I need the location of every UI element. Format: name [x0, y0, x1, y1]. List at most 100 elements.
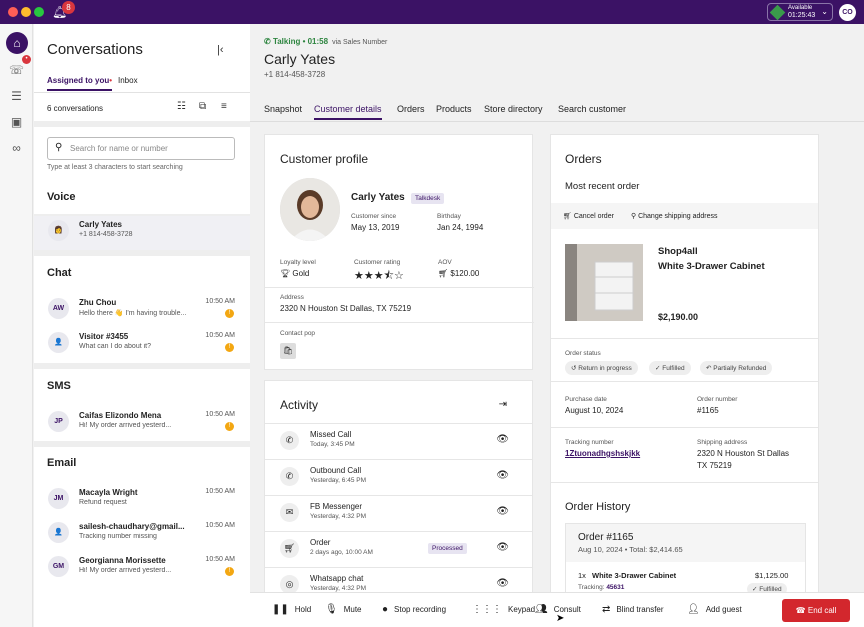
change-address-button[interactable]: ⚲ Change shipping address: [631, 212, 717, 220]
voicemail-icon[interactable]: ∞: [8, 140, 25, 157]
user-avatar[interactable]: CO: [839, 4, 856, 21]
window-maximize-button[interactable]: [34, 7, 44, 17]
list-item[interactable]: GM Georgianna Morissette Hi! My order ar…: [34, 552, 250, 586]
status-selector[interactable]: Available 01:25:43 ⌄: [767, 3, 833, 21]
hold-button[interactable]: ❚❚ Hold: [272, 604, 311, 615]
pause-icon: ❚❚: [272, 604, 289, 615]
add-guest-button[interactable]: 👤︎ Add guest: [687, 604, 742, 615]
rating-stars: ★★★⯪☆: [354, 270, 404, 282]
list-item[interactable]: JM Macayla Wright Refund request 10:50 A…: [34, 484, 250, 518]
mute-button[interactable]: 🎙︎ Mute: [325, 604, 362, 615]
contact-name: Carly Yates: [264, 51, 336, 67]
tab-products[interactable]: Products: [436, 104, 472, 114]
activity-row[interactable]: ✆ Outbound Call Yesterday, 6:45 PM 👁︎: [265, 459, 532, 495]
end-call-button[interactable]: ☎ End call: [782, 599, 850, 622]
main-area: ✆ Talking • 01:58 via Sales Number Carly …: [250, 24, 864, 627]
filter-icon[interactable]: ≡: [221, 101, 227, 112]
messenger-icon: ✉: [280, 503, 299, 522]
activity-card: Activity ⇥ ✆ Missed Call Today, 3:45 PM …: [264, 380, 533, 620]
tracking-link[interactable]: 1Ztuonadhgshskjkk: [565, 449, 640, 458]
cart-icon: 🛒︎: [280, 539, 299, 558]
shopify-icon[interactable]: 🛍︎: [280, 343, 296, 359]
mic-off-icon: 🎙︎: [325, 604, 338, 615]
call-status: ✆ Talking • 01:58 via Sales Number: [264, 37, 388, 46]
list-item[interactable]: AW Zhu Chou Hello there 👋 I'm having tro…: [34, 294, 250, 328]
eye-icon[interactable]: 👁︎: [496, 542, 509, 553]
search-input[interactable]: [70, 141, 230, 156]
add-person-icon: 👤︎: [687, 604, 700, 615]
status-badge: Processed: [428, 543, 467, 554]
section-chat: Chat: [47, 267, 72, 279]
conversations-panel: Conversations |‹ Assigned to you• Inbox …: [34, 24, 250, 627]
eye-icon[interactable]: 👁︎: [496, 506, 509, 517]
cancel-order-button[interactable]: 🛒︎ Cancel order: [563, 212, 614, 220]
card-title: Activity: [280, 398, 319, 412]
shipping-line-2: TX 75219: [697, 461, 732, 470]
hangup-icon: ☎: [795, 606, 808, 615]
phone-icon: ✆: [264, 37, 273, 46]
tab-inbox[interactable]: Inbox: [118, 76, 138, 85]
nav-rail: ⌂ ☏ • ☰ ▣ ∞: [0, 24, 33, 627]
product-name: White 3-Drawer Cabinet: [658, 261, 765, 272]
list-item[interactable]: 👤 sailesh-chaudhary@gmail... Tracking nu…: [34, 518, 250, 552]
avatar: GM: [48, 556, 69, 577]
panel-title: Conversations: [47, 41, 143, 58]
purchase-date: August 10, 2024: [565, 406, 624, 415]
customer-photo: [280, 178, 340, 241]
tab-orders[interactable]: Orders: [397, 104, 425, 114]
home-icon[interactable]: ⌂: [6, 32, 28, 54]
unread-badge: !: [225, 309, 234, 318]
list-icon[interactable]: ☰: [8, 88, 25, 105]
list-item[interactable]: 👩 Carly Yates +1 814-458-3728: [34, 216, 250, 250]
window-close-button[interactable]: [8, 7, 18, 17]
status-chip: ↶ Partially Refunded: [700, 361, 773, 375]
section-email: Email: [47, 457, 77, 469]
card-title: Orders: [565, 152, 602, 166]
cart-cancel-icon: 🛒︎: [563, 213, 574, 220]
keypad-icon: ⋮⋮⋮: [472, 604, 502, 615]
copy-icon[interactable]: ⧉: [199, 101, 206, 112]
eye-icon[interactable]: 👁︎: [496, 434, 509, 445]
status-timer: 01:25:43: [788, 12, 816, 19]
contact-phone: +1 814-458-3728: [264, 70, 326, 79]
transfer-icon: ⇄: [602, 604, 611, 615]
contacts-icon[interactable]: ▣: [8, 114, 25, 131]
search-hint: Type at least 3 characters to start sear…: [47, 164, 183, 171]
search-icon: ⚲: [55, 142, 63, 153]
keypad-button[interactable]: ⋮⋮⋮ Keypad: [472, 604, 535, 615]
eye-icon[interactable]: 👁︎: [496, 578, 509, 589]
activity-row[interactable]: ✆ Missed Call Today, 3:45 PM 👁︎: [265, 423, 532, 459]
search-field[interactable]: ⚲: [47, 137, 235, 160]
customer-profile-card: Customer profile Carly Yates Talkdesk Cu…: [264, 134, 534, 370]
tab-assigned[interactable]: Assigned to you•: [47, 76, 113, 91]
tab-search-customer[interactable]: Search customer: [558, 104, 626, 114]
tab-customer-details[interactable]: Customer details: [314, 104, 382, 120]
activity-row[interactable]: 🛒︎ Order 2 days ago, 10:00 AM Processed …: [265, 531, 532, 567]
trophy-icon: 🏆︎: [280, 269, 293, 278]
status-icon: [769, 4, 786, 21]
phone-outbound-icon: ✆: [280, 467, 299, 486]
chevron-down-icon: ⌄: [821, 7, 828, 16]
eye-icon[interactable]: 👁︎: [496, 470, 509, 481]
status-chip: ✓ Fulfilled: [649, 361, 691, 375]
aov: 🛒︎ $120.00: [438, 269, 480, 278]
stop-recording-button[interactable]: ● Stop recording: [382, 604, 446, 615]
tab-snapshot[interactable]: Snapshot: [264, 104, 302, 114]
section-sms: SMS: [47, 380, 71, 392]
address: 2320 N Houston St Dallas, TX 75219: [280, 304, 412, 313]
avatar: JP: [48, 411, 69, 432]
blind-transfer-button[interactable]: ⇄ Blind transfer: [602, 604, 664, 615]
sort-icon[interactable]: ☷: [177, 101, 186, 112]
conversations-icon[interactable]: ☏: [8, 62, 25, 79]
store-name: Shop4all: [658, 246, 698, 257]
collapse-icon[interactable]: |‹: [217, 44, 224, 56]
export-icon[interactable]: ⇥: [499, 399, 507, 410]
activity-row[interactable]: ✉ FB Messenger Yesterday, 4:32 PM 👁︎: [265, 495, 532, 531]
window-minimize-button[interactable]: [21, 7, 31, 17]
title-bar: 🔔︎ 8 Available 01:25:43 ⌄ CO: [0, 0, 864, 24]
avatar: JM: [48, 488, 69, 509]
person-icon: 👤: [48, 522, 69, 543]
list-item[interactable]: 👤 Visitor #3455 What can I do about it? …: [34, 328, 250, 362]
list-item[interactable]: JP Caifas Elizondo Mena Hi! My order arr…: [34, 407, 250, 441]
tab-store-directory[interactable]: Store directory: [484, 104, 543, 114]
